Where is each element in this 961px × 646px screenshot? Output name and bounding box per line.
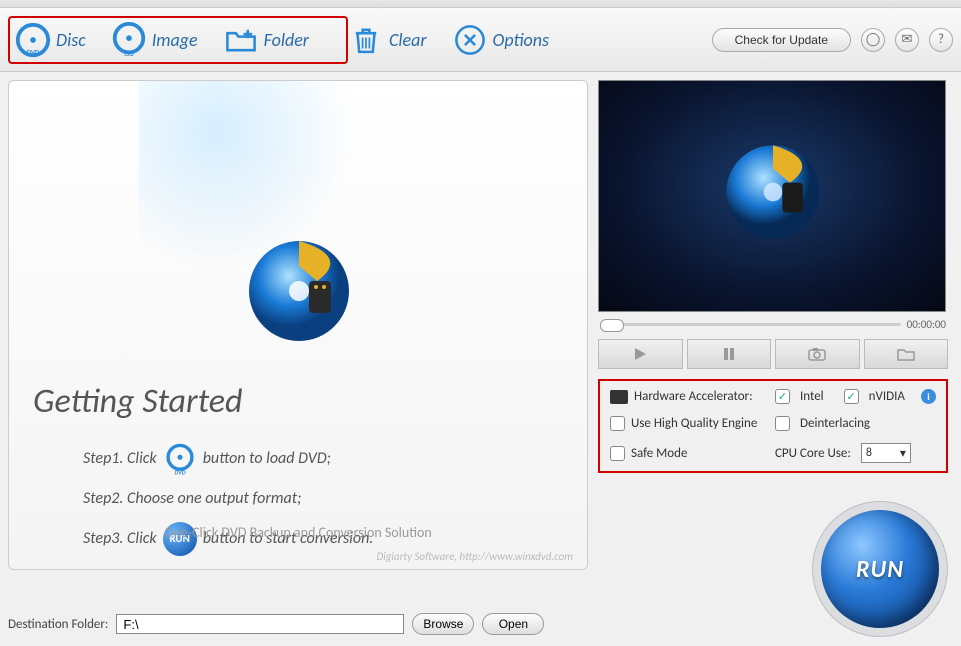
snapshot-button[interactable] — [775, 339, 860, 369]
steps: Step1. Click DVD button to load DVD; Ste… — [83, 439, 373, 559]
hw-accel-label: Hardware Accelerator: — [634, 389, 753, 404]
player-controls — [598, 339, 948, 369]
chip-icon — [610, 390, 628, 404]
step-1: Step1. Click DVD button to load DVD; — [83, 439, 373, 479]
quality-row: Use High Quality Engine Deinterlacing — [610, 416, 936, 431]
safe-mode-label: Safe Mode — [631, 446, 687, 461]
svg-text:DVD: DVD — [27, 48, 40, 56]
help-icon[interactable]: ? — [929, 28, 953, 52]
nvidia-label: nVIDIA — [869, 389, 905, 404]
cpu-core-select[interactable]: 8▾ — [861, 443, 911, 463]
svg-text:DVD: DVD — [174, 468, 185, 476]
hw-accel-row: Hardware Accelerator: Intel nVIDIA i — [610, 389, 936, 404]
open-folder-button[interactable] — [864, 339, 949, 369]
chevron-down-icon: ▾ — [900, 446, 906, 461]
main-area: Getting Started Step1. Click DVD button … — [0, 72, 961, 592]
image-button[interactable]: ISO Image — [104, 17, 204, 63]
left-panel: Getting Started Step1. Click DVD button … — [8, 80, 588, 570]
check-update-button[interactable]: Check for Update — [712, 28, 851, 52]
info-icon[interactable]: i — [921, 389, 936, 404]
timecode: 00:00:00 — [907, 318, 946, 331]
nvidia-checkbox[interactable] — [844, 389, 859, 404]
toolbar-right: Check for Update ◯ ✉ ? — [712, 28, 953, 52]
preview-window — [598, 80, 946, 312]
footer: Destination Folder: Browse Open — [0, 602, 961, 646]
conversion-settings: Hardware Accelerator: Intel nVIDIA i Use… — [598, 379, 948, 473]
run-button-label: RUN — [856, 555, 904, 584]
step1-text-a: Step1. Click — [83, 443, 157, 475]
open-button[interactable]: Open — [482, 613, 544, 635]
iso-image-icon: ISO — [110, 21, 148, 59]
product-disc-logo — [239, 231, 359, 351]
svg-text:ISO: ISO — [124, 50, 134, 58]
step1-text-b: button to load DVD; — [203, 443, 331, 475]
title-bar — [0, 0, 961, 8]
trash-icon — [347, 21, 385, 59]
timeline: 00:00:00 — [598, 312, 948, 337]
preview-disc-logo — [717, 136, 829, 248]
seek-slider[interactable] — [600, 323, 901, 326]
folder-button[interactable]: Folder — [216, 17, 315, 63]
image-label: Image — [152, 29, 198, 51]
mail-icon[interactable]: ✉ — [895, 28, 919, 52]
step2-text: Step2. Choose one output format; — [83, 483, 301, 515]
options-label: Options — [493, 29, 549, 51]
account-icon[interactable]: ◯ — [861, 28, 885, 52]
disc-label: Disc — [56, 29, 86, 51]
clear-button[interactable]: Clear — [341, 17, 433, 63]
clear-label: Clear — [389, 29, 427, 51]
cpu-core-label: CPU Core Use: — [775, 446, 851, 461]
options-icon — [451, 21, 489, 59]
folder-plus-icon — [222, 21, 260, 59]
destination-input[interactable] — [116, 614, 404, 634]
deinterlacing-label: Deinterlacing — [800, 416, 870, 431]
hq-engine-checkbox[interactable] — [610, 416, 625, 431]
step-2: Step2. Choose one output format; — [83, 479, 373, 519]
toolbar: DVD Disc ISO Image Folder Clear Options … — [0, 8, 961, 72]
folder-label: Folder — [264, 29, 309, 51]
options-button[interactable]: Options — [445, 17, 555, 63]
getting-started-title: Getting Started — [33, 381, 242, 422]
right-panel: 00:00:00 Hardware Accelerator: Intel nVI… — [598, 80, 948, 584]
dvd-mini-icon: DVD — [163, 442, 197, 476]
slogan: One-Click DVD Backup and Conversion Solu… — [9, 524, 587, 541]
cpu-core-value: 8 — [866, 446, 872, 460]
intel-label: Intel — [800, 389, 824, 404]
safe-cpu-row: Safe Mode CPU Core Use: 8▾ — [610, 443, 936, 463]
pause-button[interactable] — [687, 339, 772, 369]
credit: Digiarty Software, http://www.winxdvd.co… — [9, 550, 587, 563]
dvd-disc-icon: DVD — [14, 21, 52, 59]
play-button[interactable] — [598, 339, 683, 369]
safe-mode-checkbox[interactable] — [610, 446, 625, 461]
browse-button[interactable]: Browse — [412, 613, 474, 635]
disc-button[interactable]: DVD Disc — [8, 17, 92, 63]
deinterlacing-checkbox[interactable] — [775, 416, 790, 431]
intel-checkbox[interactable] — [775, 389, 790, 404]
destination-label: Destination Folder: — [8, 617, 108, 632]
hq-engine-label: Use High Quality Engine — [631, 416, 757, 431]
